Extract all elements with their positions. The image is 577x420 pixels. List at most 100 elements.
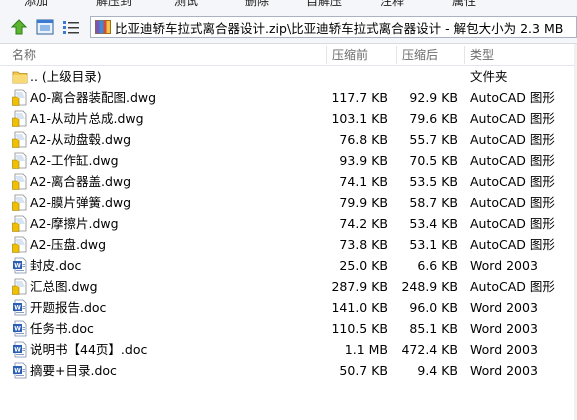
- svg-text:W: W: [14, 368, 21, 375]
- file-type: AutoCAD 图形: [470, 216, 555, 231]
- file-name: A1-从动片总成.dwg: [30, 111, 144, 126]
- file-type: AutoCAD 图形: [470, 279, 555, 294]
- file-type: AutoCAD 图形: [470, 90, 555, 105]
- file-packed-size: 79.6 KB: [409, 111, 458, 126]
- file-type: Word 2003: [470, 363, 538, 378]
- file-packed-size: 92.9 KB: [409, 90, 458, 105]
- file-name: 说明书【44页】.doc: [30, 342, 148, 357]
- file-packed-size: 9.4 KB: [417, 363, 458, 378]
- svg-text:W: W: [14, 326, 21, 333]
- file-row[interactable]: W 开题报告.doc 141.0 KB 96.0 KB Word 2003: [0, 297, 577, 318]
- dwg-file-icon: [12, 236, 28, 253]
- column-packed[interactable]: 压缩后: [396, 44, 438, 66]
- file-row[interactable]: W 说明书【44页】.doc 1.1 MB 472.4 KB Word 2003: [0, 339, 577, 360]
- file-size: 76.8 KB: [339, 132, 388, 147]
- file-type: Word 2003: [470, 300, 538, 315]
- file-name: 任务书.doc: [30, 321, 94, 336]
- column-size[interactable]: 压缩前: [326, 44, 368, 66]
- file-type: Word 2003: [470, 258, 538, 273]
- file-name: A0-离合器装配图.dwg: [30, 90, 157, 105]
- toolbar: 添加 解压到 测试 删除 自解压 注释 属性: [0, 0, 577, 11]
- folder-icon: [12, 68, 28, 85]
- file-name: 开题报告.doc: [30, 300, 107, 315]
- file-row[interactable]: A0-离合器装配图.dwg 117.7 KB 92.9 KB AutoCAD 图形: [0, 87, 577, 108]
- file-row[interactable]: W 任务书.doc 110.5 KB 85.1 KB Word 2003: [0, 318, 577, 339]
- word-file-icon: W: [12, 362, 28, 379]
- file-row[interactable]: A1-从动片总成.dwg 103.1 KB 79.6 KB AutoCAD 图形: [0, 108, 577, 129]
- word-file-icon: W: [12, 257, 28, 274]
- file-row[interactable]: A2-摩擦片.dwg 74.2 KB 53.4 KB AutoCAD 图形: [0, 213, 577, 234]
- file-packed-size: 53.4 KB: [409, 216, 458, 231]
- file-size: 25.0 KB: [339, 258, 388, 273]
- file-row[interactable]: A2-压盘.dwg 73.8 KB 53.1 KB AutoCAD 图形: [0, 234, 577, 255]
- file-size: 103.1 KB: [331, 111, 388, 126]
- file-type: Word 2003: [470, 342, 538, 357]
- up-arrow-icon: [10, 19, 28, 35]
- toolbar-delete-button[interactable]: 删除: [245, 0, 269, 9]
- dwg-file-icon: [12, 194, 28, 211]
- toolbar-properties-button[interactable]: 属性: [452, 0, 476, 9]
- details-view-button[interactable]: [60, 16, 82, 38]
- file-packed-size: 70.5 KB: [409, 153, 458, 168]
- svg-text:W: W: [14, 347, 21, 354]
- svg-text:W: W: [14, 305, 21, 312]
- file-size: 141.0 KB: [331, 300, 388, 315]
- file-packed-size: 53.1 KB: [409, 237, 458, 252]
- file-name: 汇总图.dwg: [30, 279, 98, 294]
- file-name: A2-从动盘毂.dwg: [30, 132, 132, 147]
- file-row[interactable]: A2-离合器盖.dwg 74.1 KB 53.5 KB AutoCAD 图形: [0, 171, 577, 192]
- file-row[interactable]: A2-膜片弹簧.dwg 79.9 KB 58.7 KB AutoCAD 图形: [0, 192, 577, 213]
- file-type: AutoCAD 图形: [470, 111, 555, 126]
- file-type: Word 2003: [470, 321, 538, 336]
- file-name: A2-膜片弹簧.dwg: [30, 195, 132, 210]
- column-name[interactable]: 名称: [6, 44, 36, 66]
- address-bar[interactable]: 比亚迪轿车拉式离合器设计.zip\比亚迪轿车拉式离合器设计 - 解包大小为 2.…: [90, 16, 577, 38]
- dwg-file-icon: [12, 173, 28, 190]
- file-name: .. (上级目录): [30, 69, 102, 84]
- list-view-icon: [63, 21, 79, 34]
- file-packed-size: 85.1 KB: [409, 321, 458, 336]
- word-file-icon: W: [12, 299, 28, 316]
- file-type: AutoCAD 图形: [470, 237, 555, 252]
- file-type: AutoCAD 图形: [470, 174, 555, 189]
- svg-text:W: W: [14, 263, 21, 270]
- file-packed-size: 58.7 KB: [409, 195, 458, 210]
- column-type[interactable]: 类型: [464, 44, 494, 66]
- file-row[interactable]: A2-从动盘毂.dwg 76.8 KB 55.7 KB AutoCAD 图形: [0, 129, 577, 150]
- file-type: 文件夹: [470, 69, 508, 84]
- toolbar-comment-button[interactable]: 注释: [380, 0, 404, 9]
- file-packed-size: 55.7 KB: [409, 132, 458, 147]
- address-path: 比亚迪轿车拉式离合器设计.zip\比亚迪轿车拉式离合器设计 - 解包大小为 2.…: [115, 20, 564, 36]
- file-name: A2-摩擦片.dwg: [30, 216, 119, 231]
- file-name: A2-工作缸.dwg: [30, 153, 119, 168]
- toolbar-test-button[interactable]: 测试: [174, 0, 198, 9]
- file-packed-size: 96.0 KB: [409, 300, 458, 315]
- file-type: AutoCAD 图形: [470, 153, 555, 168]
- file-size: 117.7 KB: [331, 90, 388, 105]
- file-type: AutoCAD 图形: [470, 195, 555, 210]
- up-button[interactable]: [8, 16, 30, 38]
- word-file-icon: W: [12, 320, 28, 337]
- dwg-file-icon: [12, 152, 28, 169]
- file-row[interactable]: A2-工作缸.dwg 93.9 KB 70.5 KB AutoCAD 图形: [0, 150, 577, 171]
- file-size: 73.8 KB: [339, 237, 388, 252]
- toolbar-sfx-button[interactable]: 自解压: [306, 0, 342, 9]
- file-row[interactable]: W 摘要+目录.doc 50.7 KB 9.4 KB Word 2003: [0, 360, 577, 381]
- file-row[interactable]: .. (上级目录) 文件夹: [0, 66, 577, 87]
- file-size: 110.5 KB: [331, 321, 388, 336]
- file-row[interactable]: 汇总图.dwg 287.9 KB 248.9 KB AutoCAD 图形: [0, 276, 577, 297]
- file-type: AutoCAD 图形: [470, 132, 555, 147]
- word-file-icon: W: [12, 341, 28, 358]
- file-size: 79.9 KB: [339, 195, 388, 210]
- dwg-file-icon: [12, 110, 28, 127]
- toolbar-extract-button[interactable]: 解压到: [96, 0, 132, 9]
- view-toggle-button[interactable]: [34, 16, 56, 38]
- dwg-file-icon: [12, 89, 28, 106]
- dwg-file-icon: [12, 278, 28, 295]
- file-size: 74.2 KB: [339, 216, 388, 231]
- column-header: 名称 压缩前 压缩后 类型: [0, 44, 577, 66]
- toolbar-add-button[interactable]: 添加: [24, 0, 48, 9]
- file-name: A2-离合器盖.dwg: [30, 174, 132, 189]
- zip-archive-icon: [95, 20, 111, 34]
- file-row[interactable]: W 封皮.doc 25.0 KB 6.6 KB Word 2003: [0, 255, 577, 276]
